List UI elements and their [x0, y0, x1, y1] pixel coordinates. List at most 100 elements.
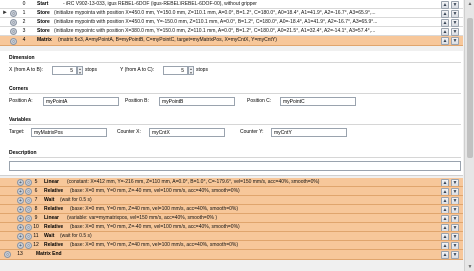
- row-description: (base: X=0 mm, Y=0 mm, Z=40 mm, vel=100 …: [70, 242, 239, 248]
- target-input[interactable]: myMatrixPos: [31, 128, 107, 137]
- move-down-button[interactable]: ▼: [451, 37, 459, 45]
- section-divider: [9, 93, 461, 94]
- program-row-selected[interactable]: 4 Matrix (matrix 5x3, A=myPointA, B=myPo…: [0, 36, 463, 46]
- move-up-button[interactable]: ▲: [441, 178, 449, 186]
- y-stops-unit: stops: [196, 67, 208, 73]
- move-up-button[interactable]: ▲: [441, 250, 449, 259]
- program-row[interactable]: + ○ 9 Linear (variable: var=mymatrixpos,…: [0, 214, 463, 223]
- move-up-button[interactable]: ▲: [441, 232, 449, 240]
- move-up-button[interactable]: ▲: [441, 205, 449, 213]
- position-a-label: Position A:: [9, 98, 33, 104]
- row-number: 12: [33, 242, 39, 248]
- move-down-button[interactable]: ▼: [451, 178, 459, 186]
- program-row[interactable]: + ○ 10 Relative (base: X=0 mm, Y=0 mm, Z…: [0, 223, 463, 232]
- row-command: Matrix End: [36, 251, 62, 257]
- expand-icon[interactable]: +: [17, 233, 24, 240]
- move-up-button[interactable]: ▲: [441, 0, 449, 9]
- program-row[interactable]: ► 1 Store (initialize mypointa with posi…: [0, 9, 463, 18]
- program-row[interactable]: 3 Store (initialize mypointc with positi…: [0, 27, 463, 36]
- counter-x-label: Counter X:: [117, 129, 141, 135]
- position-a-input[interactable]: myPointA: [43, 97, 119, 106]
- move-down-button[interactable]: ▼: [451, 9, 459, 18]
- y-stops-label: Y (from A to C):: [120, 67, 155, 73]
- move-down-button[interactable]: ▼: [451, 223, 459, 231]
- move-down-button[interactable]: ▼: [451, 205, 459, 213]
- move-down-button[interactable]: ▼: [451, 241, 459, 249]
- position-b-label: Position B:: [125, 98, 149, 104]
- expand-icon[interactable]: +: [17, 197, 24, 204]
- position-b-input[interactable]: myPointB: [159, 97, 235, 106]
- row-number: 5: [34, 179, 38, 185]
- row-number: 7: [34, 197, 38, 203]
- counter-y-input[interactable]: myCntY: [271, 128, 347, 137]
- row-number: 13: [17, 251, 23, 257]
- program-row[interactable]: + ○ 11 Wait (wait for 0.5 s) ▲ ▼: [0, 232, 463, 241]
- move-up-button[interactable]: ▲: [441, 223, 449, 231]
- move-down-button[interactable]: ▼: [451, 27, 459, 36]
- disable-icon[interactable]: ○: [10, 38, 17, 45]
- move-down-button[interactable]: ▼: [451, 18, 459, 27]
- move-down-button[interactable]: ▼: [451, 196, 459, 204]
- program-row[interactable]: + ○ 6 Relative (base: X=0 mm, Y=0 mm, Z=…: [0, 187, 463, 196]
- y-stops-spinner[interactable]: ▲ ▼: [188, 66, 194, 75]
- move-up-button[interactable]: ▲: [441, 27, 449, 36]
- scroll-down-icon[interactable]: ▼: [467, 264, 473, 270]
- move-up-button[interactable]: ▲: [441, 187, 449, 195]
- move-up-button[interactable]: ▲: [441, 37, 449, 45]
- counter-x-input[interactable]: myCntX: [149, 128, 225, 137]
- row-description: (initialize mypointa with position X=450…: [54, 10, 376, 16]
- corners-section-title: Corners: [9, 86, 29, 92]
- expand-icon[interactable]: +: [17, 206, 24, 213]
- row-number: 1: [22, 10, 26, 16]
- position-c-input[interactable]: myPointC: [280, 97, 356, 106]
- expand-icon[interactable]: +: [17, 224, 24, 231]
- disable-icon[interactable]: ○: [10, 19, 17, 26]
- current-line-marker-icon: ►: [2, 10, 8, 16]
- row-command: Relative: [44, 206, 64, 212]
- program-row[interactable]: + ○ 7 Wait (wait for 0.5 s) ▲ ▼: [0, 196, 463, 205]
- move-down-button[interactable]: ▼: [451, 250, 459, 259]
- matrix-properties-panel: Dimension X (from A to B): 5 ▲ ▼ stops Y …: [0, 51, 463, 176]
- expand-icon[interactable]: +: [17, 179, 24, 186]
- disable-icon[interactable]: ○: [10, 28, 17, 35]
- move-down-button[interactable]: ▼: [451, 214, 459, 222]
- description-input[interactable]: [9, 161, 461, 171]
- move-up-button[interactable]: ▲: [441, 9, 449, 18]
- move-up-button[interactable]: ▲: [441, 241, 449, 249]
- program-row[interactable]: + ○ 12 Relative (base: X=0 mm, Y=0 mm, Z…: [0, 241, 463, 250]
- row-command: Wait: [44, 197, 55, 203]
- program-editor: 0 Start - iRC V902-13-033, igus REBEL-6D…: [0, 0, 474, 271]
- scrollbar-thumb[interactable]: [467, 18, 473, 158]
- scroll-up-icon[interactable]: ▲: [467, 1, 473, 7]
- program-row[interactable]: 0 Start - iRC V902-13-033, igus REBEL-6D…: [0, 0, 463, 9]
- move-up-button[interactable]: ▲: [441, 196, 449, 204]
- row-command: Relative: [44, 242, 64, 248]
- move-down-button[interactable]: ▼: [451, 0, 459, 9]
- section-divider: [9, 62, 461, 63]
- disable-icon[interactable]: ○: [10, 10, 17, 17]
- row-description: (constant: X=412 mm, Y=-216 mm, Z=110 mm…: [67, 179, 320, 185]
- row-number: 9: [34, 215, 38, 221]
- move-up-button[interactable]: ▲: [441, 214, 449, 222]
- row-command: Store: [37, 28, 50, 34]
- x-stops-spinner[interactable]: ▲ ▼: [77, 66, 83, 75]
- move-down-button[interactable]: ▼: [451, 232, 459, 240]
- disable-icon[interactable]: ○: [4, 251, 11, 258]
- program-row[interactable]: + ○ 5 Linear (constant: X=412 mm, Y=-216…: [0, 178, 463, 187]
- expand-icon[interactable]: +: [17, 215, 24, 222]
- row-number: 3: [22, 28, 26, 34]
- program-row[interactable]: + ○ 8 Relative (base: X=0 mm, Y=0 mm, Z=…: [0, 205, 463, 214]
- move-up-button[interactable]: ▲: [441, 18, 449, 27]
- vertical-scrollbar[interactable]: ▲ ▼: [464, 0, 474, 271]
- row-command: Store: [37, 10, 50, 16]
- y-stops-input[interactable]: 5: [163, 66, 188, 75]
- program-row[interactable]: 2 Store (initialize mypointb with positi…: [0, 18, 463, 27]
- x-stops-input[interactable]: 5: [52, 66, 77, 75]
- dimension-section-title: Dimension: [9, 55, 35, 61]
- move-down-button[interactable]: ▼: [451, 187, 459, 195]
- program-row[interactable]: ○ 13 Matrix End ▲ ▼: [0, 250, 463, 260]
- x-stops-unit: stops: [85, 67, 97, 73]
- row-description: (matrix 5x3, A=myPointA, B=myPointB, C=m…: [58, 37, 277, 43]
- expand-icon[interactable]: +: [17, 242, 24, 249]
- expand-icon[interactable]: +: [17, 188, 24, 195]
